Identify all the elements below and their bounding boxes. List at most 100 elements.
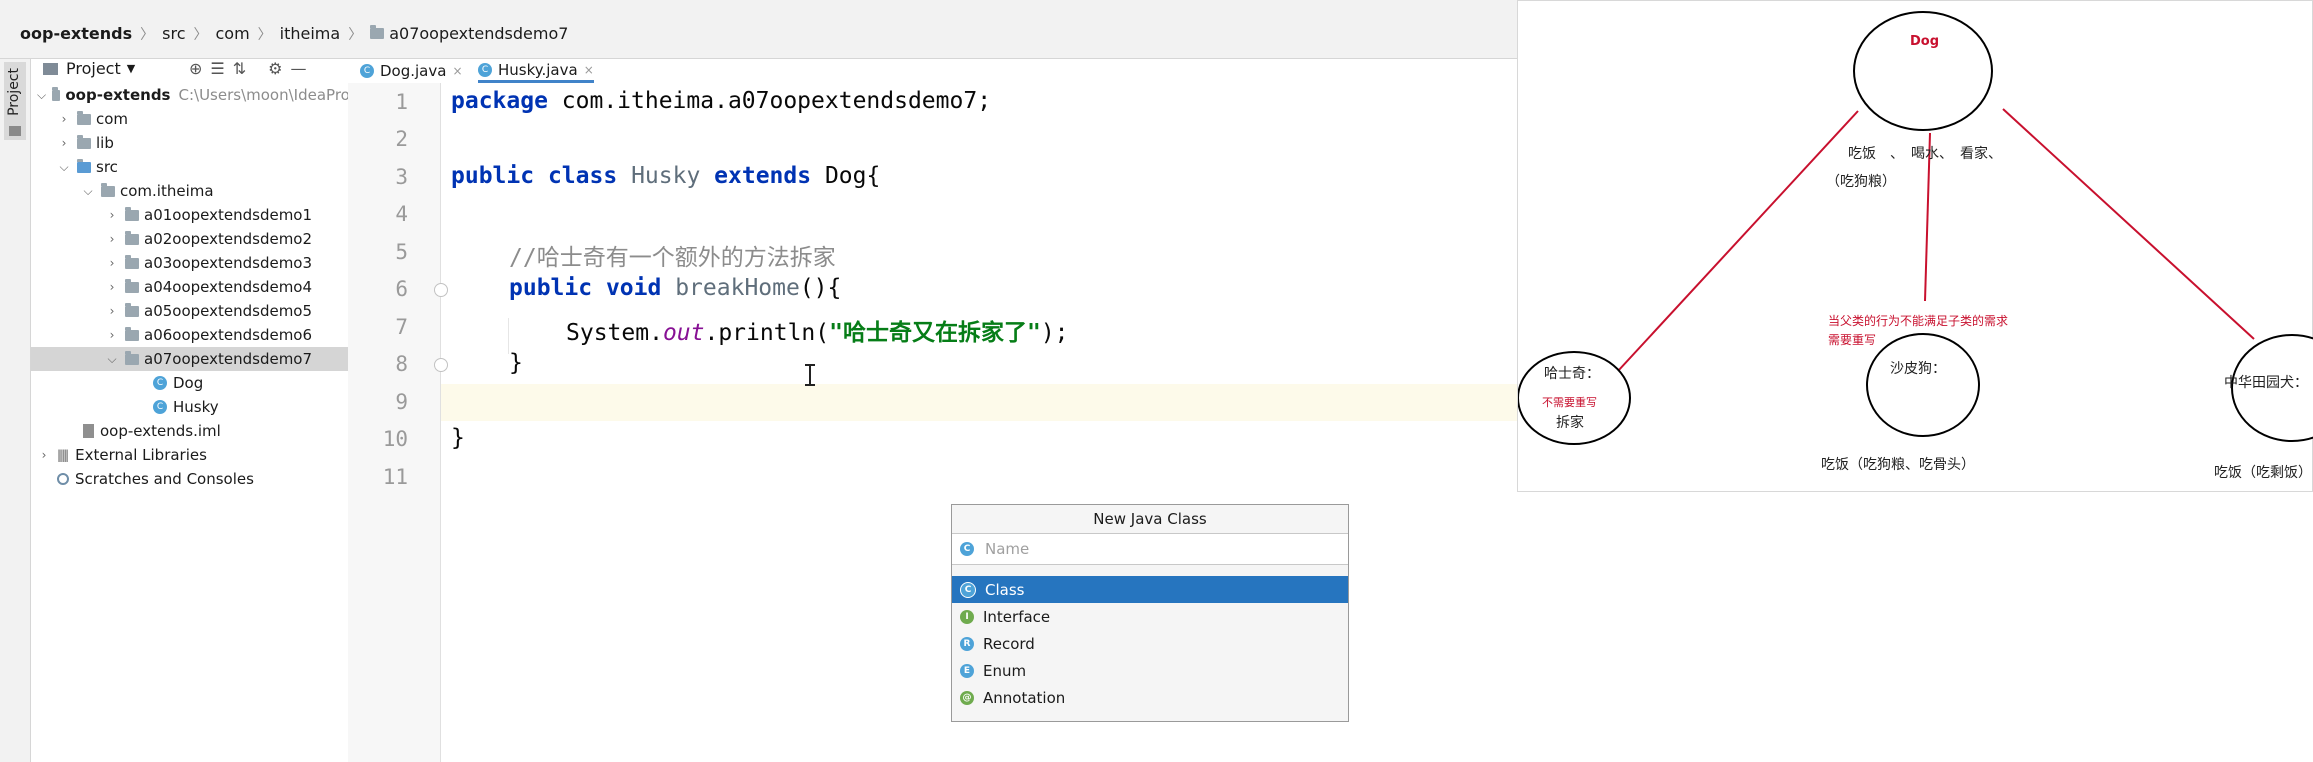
tree-item-scratches[interactable]: Scratches and Consoles <box>31 467 374 491</box>
chevron-right-icon[interactable]: › <box>57 136 71 150</box>
line-number: 1 <box>395 90 408 114</box>
scratches-icon <box>57 473 69 485</box>
tree-item-label: a04oopextendsdemo4 <box>144 278 313 296</box>
chevron-right-icon[interactable]: › <box>105 232 119 246</box>
chevron-down-icon[interactable]: ⌵ <box>37 88 46 103</box>
tree-item-external-libraries[interactable]: › |||‖ External Libraries <box>31 443 354 467</box>
tree-item-label: lib <box>96 134 114 152</box>
child-note-husky: 不需要重写 <box>1542 395 1597 409</box>
parent-behavior-note: （吃狗粮） <box>1826 174 1896 190</box>
kind-label: Interface <box>983 607 1051 626</box>
override-note-line-2: 需要重写 <box>1828 333 1876 347</box>
breadcrumb-separator-icon: 〉 <box>140 26 155 43</box>
package-icon <box>125 254 139 269</box>
record-icon: R <box>960 636 974 651</box>
tree-item-oop-extends-iml[interactable]: oop-extends.iml <box>31 419 400 443</box>
tab-label: Dog.java <box>380 62 447 80</box>
tree-item-label: oop-extends.iml <box>100 422 221 440</box>
code-line-8: } <box>509 350 523 376</box>
chevron-right-icon[interactable]: › <box>105 280 119 294</box>
override-note-line-1: 当父类的行为不能满足子类的需求 <box>1828 313 2008 328</box>
chevron-right-icon[interactable]: › <box>37 448 51 462</box>
tree-item-src[interactable]: ⌵ src <box>31 155 374 179</box>
gear-icon[interactable]: ⚙ <box>268 59 282 78</box>
package-icon <box>125 230 139 245</box>
expand-all-icon[interactable]: ☰ <box>210 59 224 78</box>
kind-label: Class <box>985 580 1025 599</box>
tab-husky-java[interactable]: C Husky.java × <box>478 59 594 83</box>
kind-label: Annotation <box>983 688 1066 707</box>
chevron-right-icon[interactable]: › <box>57 112 71 126</box>
tree-item-oop-extends[interactable]: ⌵ oop-extends C:\Users\moon\IdeaProj <box>31 83 354 107</box>
fold-marker-icon[interactable] <box>434 283 448 297</box>
tree-item-label: a01oopextendsdemo1 <box>144 206 313 224</box>
kind-label: Record <box>983 634 1035 653</box>
code-line-7: System.out.println("哈士奇又在拆家了"); <box>566 320 1069 346</box>
inheritance-line-husky <box>1617 110 1859 372</box>
tree-item-label: a07oopextendsdemo7 <box>144 350 313 368</box>
locate-icon[interactable]: ⊕ <box>189 59 202 78</box>
collapse-all-icon[interactable]: ⇅ <box>233 59 246 78</box>
class-icon: C <box>153 376 167 390</box>
tree-item-lib[interactable]: › lib <box>31 131 374 155</box>
package-icon <box>125 302 139 317</box>
child-name-husky: 哈士奇： <box>1544 365 1600 382</box>
source-folder-icon <box>77 158 91 173</box>
breadcrumb-item-itheima[interactable]: itheima <box>280 24 341 43</box>
package-icon <box>125 206 139 221</box>
chevron-right-icon[interactable]: › <box>105 208 119 222</box>
package-icon <box>370 25 385 39</box>
child-below-shar-pei: 吃饭（吃狗粮、吃骨头） <box>1821 457 1975 473</box>
kind-item-annotation[interactable]: @ Annotation <box>952 684 1348 711</box>
line-number: 6 <box>395 277 408 301</box>
project-view-selector[interactable]: Project ▼ <box>43 59 135 78</box>
line-number: 3 <box>395 165 408 189</box>
project-panel-tools: ⊕ ☰ ⇅ ⚙ — <box>189 59 307 78</box>
class-icon: C <box>960 581 976 598</box>
tree-item-label: com <box>96 110 129 128</box>
chevron-down-icon[interactable]: ⌵ <box>105 352 119 367</box>
chevron-right-icon[interactable]: › <box>105 256 119 270</box>
class-icon: C <box>360 64 374 78</box>
child-below-pastoral: 吃饭（吃剩饭） <box>2214 465 2312 481</box>
tree-item-label: a05oopextendsdemo5 <box>144 302 313 320</box>
tab-dog-java[interactable]: C Dog.java × <box>360 59 463 83</box>
tree-item-com-itheima[interactable]: ⌵ com.itheima <box>31 179 398 203</box>
close-icon[interactable]: × <box>452 64 462 78</box>
breadcrumb-item-project[interactable]: oop-extends <box>20 24 132 43</box>
chevron-down-icon[interactable]: ⌵ <box>57 160 71 175</box>
breadcrumb-separator-icon: 〉 <box>193 26 208 43</box>
enum-icon: E <box>960 663 974 678</box>
breadcrumb-item-package[interactable]: a07oopextendsdemo7 <box>389 24 568 43</box>
breadcrumb-item-com[interactable]: com <box>215 24 249 43</box>
annotation-icon: @ <box>960 690 974 705</box>
code-line-3: public class Husky extends Dog{ <box>451 163 881 189</box>
fold-marker-icon[interactable] <box>434 358 448 372</box>
project-icon <box>43 62 58 75</box>
hide-icon[interactable]: — <box>291 59 307 78</box>
kind-item-record[interactable]: R Record <box>952 630 1348 657</box>
parent-behaviors-text: 吃饭 、 喝水、 看家、 <box>1848 145 2002 162</box>
popup-title: New Java Class <box>952 505 1348 534</box>
project-tool-window-tab[interactable]: Project <box>4 62 26 140</box>
parent-class-label: Dog <box>1910 34 1939 49</box>
kind-item-class[interactable]: C Class <box>952 576 1348 603</box>
line-number: 7 <box>395 315 408 339</box>
class-name-input[interactable] <box>983 539 1327 559</box>
chevron-down-icon[interactable]: ⌵ <box>81 184 95 199</box>
mouse-ibeam-cursor-icon <box>805 364 815 386</box>
breadcrumb: oop-extends 〉 src 〉 com 〉 itheima 〉 a07o… <box>0 9 1520 59</box>
tree-item-label: a03oopextendsdemo3 <box>144 254 313 272</box>
kind-item-enum[interactable]: E Enum <box>952 657 1348 684</box>
close-icon[interactable]: × <box>584 63 594 77</box>
class-icon: C <box>960 542 974 556</box>
module-path-hint: C:\Users\moon\IdeaProj <box>178 86 355 104</box>
breadcrumb-item-src[interactable]: src <box>162 24 185 43</box>
tree-item-com[interactable]: › com <box>31 107 374 131</box>
inheritance-line-pastoral <box>2002 108 2255 340</box>
chevron-right-icon[interactable]: › <box>105 328 119 342</box>
chevron-right-icon[interactable]: › <box>105 304 119 318</box>
kind-item-interface[interactable]: I Interface <box>952 603 1348 630</box>
project-tool-window-label: Project <box>6 68 22 116</box>
tree-item-label: Dog <box>173 374 204 392</box>
